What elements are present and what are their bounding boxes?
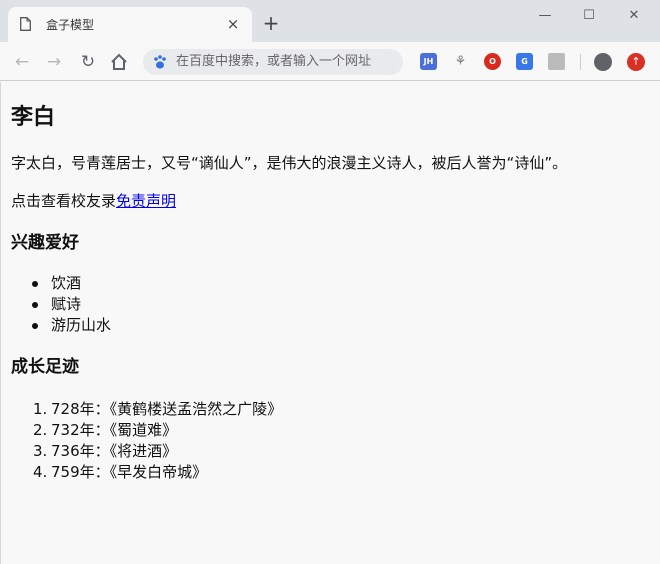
minimize-button[interactable]: — xyxy=(531,6,559,26)
link-prefix: 点击查看校友录 xyxy=(11,192,117,210)
hobbies-list: 饮酒 赋诗 游历山水 xyxy=(11,273,111,336)
list-number: 1. xyxy=(33,400,48,418)
address-bar-placeholder: 在百度中搜索，或者输入一个网址 xyxy=(176,54,372,69)
folder-extension-icon[interactable] xyxy=(548,53,565,70)
list-item: 游历山水 xyxy=(11,315,111,336)
hobbies-heading: 兴趣爱好 xyxy=(11,233,79,253)
document-icon xyxy=(20,17,31,31)
reload-icon[interactable]: ↻ xyxy=(77,51,99,73)
page-content: 李白 字太白，号青莲居士，又号“谪仙人”，是伟大的浪漫主义诗人，被后人誉为“诗仙… xyxy=(0,82,660,564)
jh-extension-icon[interactable]: JH xyxy=(420,53,437,70)
disclaimer-link[interactable]: 免责声明 xyxy=(116,192,176,210)
list-item-text: 759年：《早发白帝城》 xyxy=(51,463,208,481)
close-window-button[interactable]: ✕ xyxy=(620,6,648,26)
growth-list: 1. 728年：《黄鹤楼送孟浩然之广陵》 2. 732年：《蜀道难》 3. 736年：… xyxy=(11,399,282,483)
toolbar-divider xyxy=(580,54,581,70)
extension-icon[interactable]: ⚘ xyxy=(452,53,469,70)
update-arrow-icon[interactable]: ↑ xyxy=(627,53,645,71)
growth-heading: 成长足迹 xyxy=(11,357,79,377)
translate-extension-icon[interactable]: G xyxy=(516,53,533,70)
list-number: 4. xyxy=(33,463,48,481)
baidu-paw-icon xyxy=(154,55,166,69)
list-item-text: 728年：《黄鹤楼送孟浩然之广陵》 xyxy=(51,400,283,418)
list-number: 2. xyxy=(33,421,48,439)
address-bar[interactable]: 在百度中搜索，或者输入一个网址 xyxy=(143,49,403,75)
list-item-text: 732年：《蜀道难》 xyxy=(51,421,178,439)
list-item: 4. 759年：《早发白帝城》 xyxy=(11,462,282,483)
profile-avatar-icon[interactable] xyxy=(594,53,612,71)
list-item-text: 736年：《将进酒》 xyxy=(51,442,178,460)
forward-arrow-icon[interactable]: → xyxy=(43,51,65,73)
back-arrow-icon[interactable]: ← xyxy=(11,51,33,73)
browser-toolbar: ← → ↻ 在百度中搜索，或者输入一个网址 JH ⚘ O G ↑ xyxy=(0,42,660,81)
link-paragraph: 点击查看校友录免责声明 xyxy=(11,191,176,211)
page-title: 李白 xyxy=(11,105,56,130)
maximize-button[interactable]: ☐ xyxy=(575,6,603,26)
list-item: 2. 732年：《蜀道难》 xyxy=(11,420,282,441)
home-icon[interactable] xyxy=(108,51,130,73)
list-number: 3. xyxy=(33,442,48,460)
intro-paragraph: 字太白，号青莲居士，又号“谪仙人”，是伟大的浪漫主义诗人，被后人誉为“诗仙”。 xyxy=(11,154,568,172)
tab-close-icon[interactable]: × xyxy=(225,15,241,33)
opera-extension-icon[interactable]: O xyxy=(484,53,501,70)
new-tab-button[interactable]: + xyxy=(262,13,280,33)
list-item: 饮酒 xyxy=(11,273,111,294)
tab-title: 盒子模型 xyxy=(46,18,95,32)
list-item: 1. 728年：《黄鹤楼送孟浩然之广陵》 xyxy=(11,399,282,420)
list-item: 赋诗 xyxy=(11,294,111,315)
browser-tab[interactable]: 盒子模型 × xyxy=(8,7,252,42)
list-item: 3. 736年：《将进酒》 xyxy=(11,441,282,462)
browser-titlebar: 盒子模型 × + — ☐ ✕ xyxy=(0,0,660,42)
